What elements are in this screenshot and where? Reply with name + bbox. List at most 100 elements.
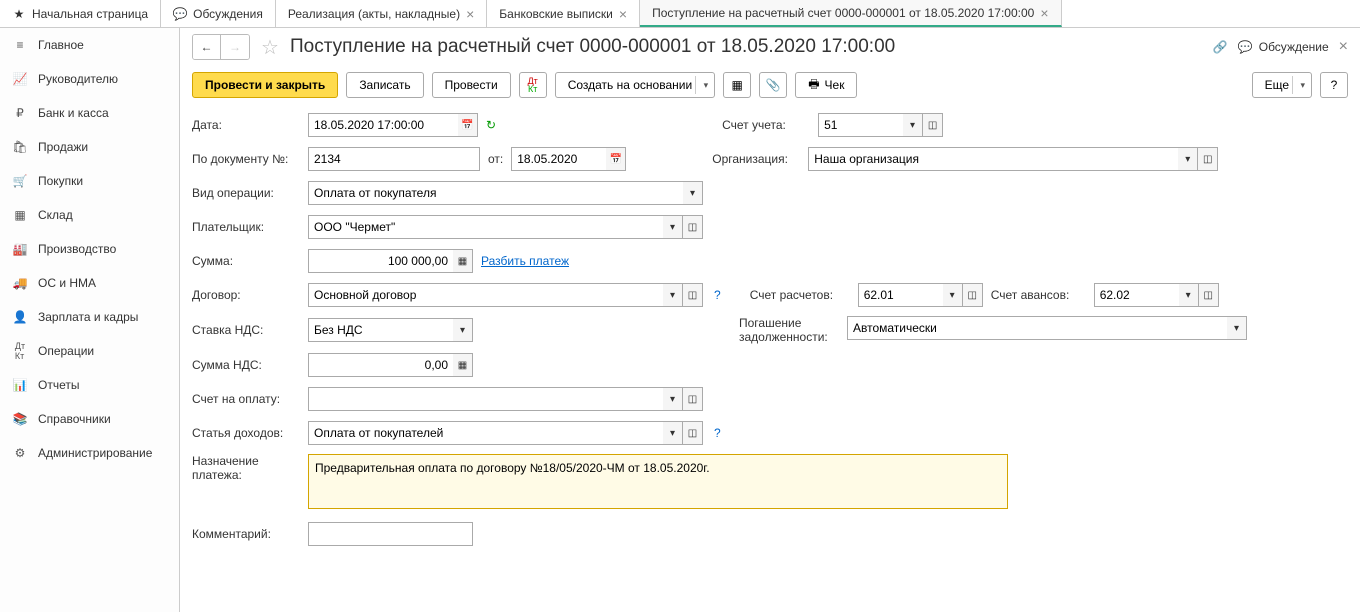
org-input[interactable] <box>808 147 1178 171</box>
open-icon[interactable]: ◫ <box>1199 283 1219 307</box>
dropdown-icon[interactable]: ▾ <box>903 113 923 137</box>
sidebar-label: Главное <box>38 38 84 52</box>
write-button[interactable]: Записать <box>346 72 423 98</box>
contract-input[interactable] <box>308 283 663 307</box>
favorite-button[interactable]: ☆ <box>258 35 282 59</box>
dtkt-icon: ДтКт <box>12 343 28 359</box>
sidebar-item-operations[interactable]: ДтКт Операции <box>0 334 179 368</box>
sidebar-item-purchases[interactable]: 🛒Покупки <box>0 164 179 198</box>
calc-acc-input[interactable] <box>858 283 943 307</box>
tab-start[interactable]: ★ Начальная страница <box>0 0 161 27</box>
help-button[interactable]: ? <box>1320 72 1348 98</box>
dropdown-icon[interactable]: ▾ <box>683 181 703 205</box>
refresh-icon[interactable]: ↻ <box>486 118 496 132</box>
income-label: Статья доходов: <box>192 426 300 440</box>
open-icon[interactable]: ◫ <box>683 387 703 411</box>
help-icon[interactable]: ? <box>711 426 724 440</box>
open-icon[interactable]: ◫ <box>683 283 703 307</box>
comment-label: Комментарий: <box>192 527 300 541</box>
post-button[interactable]: Провести <box>432 72 511 98</box>
tab-realization[interactable]: Реализация (акты, накладные) × <box>276 0 487 27</box>
post-and-close-button[interactable]: Провести и закрыть <box>192 72 338 98</box>
from-label: от: <box>488 152 503 166</box>
close-icon[interactable]: × <box>1339 38 1348 56</box>
doc-from-input[interactable] <box>511 147 606 171</box>
sidebar-label: Операции <box>38 344 94 358</box>
calc-acc-label: Счет расчетов: <box>750 288 850 302</box>
dropdown-icon[interactable]: ▾ <box>1227 316 1247 340</box>
sidebar-item-main[interactable]: ≡Главное <box>0 28 179 62</box>
dropdown-icon[interactable]: ▾ <box>453 318 473 342</box>
vat-rate-input[interactable] <box>308 318 453 342</box>
purpose-label: Назначение платежа: <box>192 454 300 482</box>
tab-label: Банковские выписки <box>499 7 613 21</box>
layout-button[interactable]: ▦ <box>723 72 751 98</box>
account-input[interactable] <box>818 113 903 137</box>
sidebar-item-admin[interactable]: ⚙Администрирование <box>0 436 179 470</box>
dropdown-icon[interactable]: ▾ <box>663 387 683 411</box>
sidebar-item-reports[interactable]: 📊Отчеты <box>0 368 179 402</box>
split-payment-link[interactable]: Разбить платеж <box>481 254 569 268</box>
sidebar-item-warehouse[interactable]: ▦Склад <box>0 198 179 232</box>
check-button[interactable]: 🖶Чек <box>795 72 857 98</box>
sidebar-item-payroll[interactable]: 👤Зарплата и кадры <box>0 300 179 334</box>
discuss-link[interactable]: 💬 Обсуждение <box>1238 40 1329 54</box>
comment-input[interactable] <box>308 522 473 546</box>
purpose-textarea[interactable] <box>308 454 1008 509</box>
close-icon[interactable]: × <box>1040 5 1048 21</box>
sidebar-item-bank[interactable]: ₽Банк и касса <box>0 96 179 130</box>
sidebar-label: Справочники <box>38 412 111 426</box>
dropdown-icon[interactable]: ▾ <box>943 283 963 307</box>
close-icon[interactable]: × <box>466 6 474 22</box>
link-icon[interactable]: 🔗 <box>1213 40 1228 54</box>
factory-icon: 🏭 <box>12 241 28 257</box>
tab-bank[interactable]: Банковские выписки × <box>487 0 640 27</box>
open-icon[interactable]: ◫ <box>963 283 983 307</box>
help-icon[interactable]: ? <box>711 288 724 302</box>
dropdown-icon[interactable]: ▾ <box>1178 147 1198 171</box>
adv-acc-input[interactable] <box>1094 283 1179 307</box>
dropdown-icon[interactable]: ▾ <box>663 283 683 307</box>
payer-input[interactable] <box>308 215 663 239</box>
calendar-icon[interactable]: 📅 <box>458 113 478 137</box>
open-icon[interactable]: ◫ <box>683 421 703 445</box>
create-based-button[interactable]: Создать на основании <box>555 72 716 98</box>
debt-input[interactable] <box>847 316 1227 340</box>
op-type-input[interactable] <box>308 181 683 205</box>
calc-icon[interactable]: ▦ <box>453 249 473 273</box>
doc-num-input[interactable] <box>308 147 480 171</box>
sidebar-item-sales[interactable]: 🛍Продажи <box>0 130 179 164</box>
open-icon[interactable]: ◫ <box>683 215 703 239</box>
more-button[interactable]: Еще <box>1252 72 1312 98</box>
invoice-input[interactable] <box>308 387 663 411</box>
dtkt-button[interactable]: ДтКт <box>519 72 547 98</box>
calc-icon[interactable]: ▦ <box>453 353 473 377</box>
dropdown-icon[interactable]: ▾ <box>663 215 683 239</box>
ruble-icon: ₽ <box>12 105 28 121</box>
tab-receipt[interactable]: Поступление на расчетный счет 0000-00000… <box>640 0 1061 27</box>
account-label: Счет учета: <box>722 118 810 132</box>
close-icon[interactable]: × <box>619 6 627 22</box>
back-button[interactable]: ← <box>193 35 221 59</box>
more-label: Еще <box>1265 78 1289 92</box>
calendar-icon[interactable]: 📅 <box>606 147 626 171</box>
sidebar-item-assets[interactable]: 🚚ОС и НМА <box>0 266 179 300</box>
dropdown-icon[interactable]: ▾ <box>1179 283 1199 307</box>
tab-discuss[interactable]: 💬 Обсуждения <box>161 0 276 27</box>
sidebar-label: Руководителю <box>38 72 118 86</box>
tab-label: Поступление на расчетный счет 0000-00000… <box>652 6 1034 20</box>
sidebar-item-production[interactable]: 🏭Производство <box>0 232 179 266</box>
invoice-label: Счет на оплату: <box>192 392 300 406</box>
vat-sum-input[interactable] <box>308 353 453 377</box>
gear-icon: ⚙ <box>12 445 28 461</box>
forward-button[interactable]: → <box>221 35 249 59</box>
income-input[interactable] <box>308 421 663 445</box>
sidebar-item-manager[interactable]: 📈Руководителю <box>0 62 179 96</box>
open-icon[interactable]: ◫ <box>923 113 943 137</box>
sidebar-item-refs[interactable]: 📚Справочники <box>0 402 179 436</box>
date-input[interactable] <box>308 113 458 137</box>
sum-input[interactable] <box>308 249 453 273</box>
open-icon[interactable]: ◫ <box>1198 147 1218 171</box>
attach-button[interactable]: 📎 <box>759 72 787 98</box>
dropdown-icon[interactable]: ▾ <box>663 421 683 445</box>
